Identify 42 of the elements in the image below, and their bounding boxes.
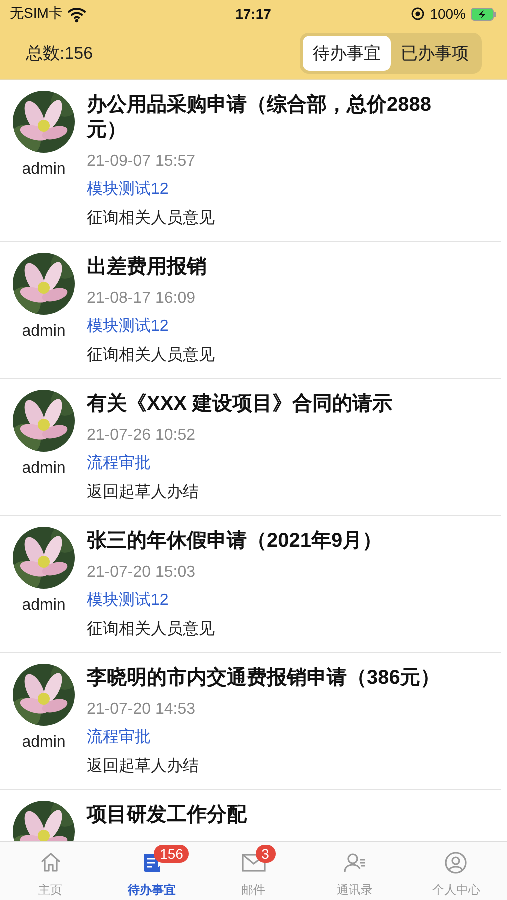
process-link[interactable]: 流程审批: [87, 453, 465, 474]
battery-percent: 100%: [430, 6, 466, 22]
carrier-label: 无SIM卡: [10, 5, 63, 23]
task-title[interactable]: 张三的年休假申请（2021年9月）: [87, 529, 465, 554]
process-link[interactable]: 模块测试12: [87, 590, 465, 611]
task-date: 21-08-17 16:09: [87, 290, 197, 308]
rotation-lock-icon: [411, 7, 426, 21]
process-link[interactable]: 模块测试12: [87, 179, 465, 200]
person-list-icon: [342, 851, 367, 875]
clock-time: 17:17: [236, 6, 272, 22]
home-icon: [38, 851, 63, 875]
author-name: admin: [22, 597, 66, 615]
total-count: 总数:156: [26, 43, 94, 65]
task-title[interactable]: 有关《XXX 建设项目》合同的请示: [87, 392, 465, 417]
count-badge: 156: [154, 845, 190, 863]
task-step: 征询相关人员意见: [87, 208, 465, 229]
tab-bar-item[interactable]: 3 邮件: [202, 842, 304, 900]
author-name: admin: [22, 161, 66, 179]
author-name: admin: [22, 734, 66, 752]
tab-bar-item[interactable]: 156 待办事宜: [101, 842, 203, 900]
battery-icon: [471, 8, 497, 20]
task-date: 21-07-20 14:53: [87, 701, 197, 719]
author-name: admin: [22, 323, 66, 341]
task-date: 21-07-20 15:03: [87, 564, 197, 582]
segment-tab[interactable]: 待办事宜: [303, 36, 391, 71]
task-title[interactable]: 办公用品采购申请（综合部，总价2888元）: [87, 93, 465, 143]
wifi-icon: [68, 6, 86, 22]
task-step: 返回起草人办结: [87, 482, 465, 503]
task-title[interactable]: 李晓明的市内交通费报销申请（386元）: [87, 666, 465, 691]
person-icon: [444, 851, 468, 875]
task-date: 21-09-07 15:57: [87, 153, 197, 171]
author-name: admin: [22, 460, 66, 478]
task-title[interactable]: 出差费用报销: [87, 255, 465, 280]
count-badge: 3: [256, 845, 276, 863]
task-title[interactable]: 项目研发工作分配: [87, 803, 465, 828]
segment-tab[interactable]: 已办事项: [391, 36, 479, 71]
task-date: 21-07-26 10:52: [87, 427, 197, 445]
process-link[interactable]: 流程审批: [87, 727, 465, 748]
task-step: 返回起草人办结: [87, 756, 465, 777]
task-step: 征询相关人员意见: [87, 345, 465, 366]
task-step: 征询相关人员意见: [87, 619, 465, 640]
process-link[interactable]: 模块测试12: [87, 316, 465, 337]
